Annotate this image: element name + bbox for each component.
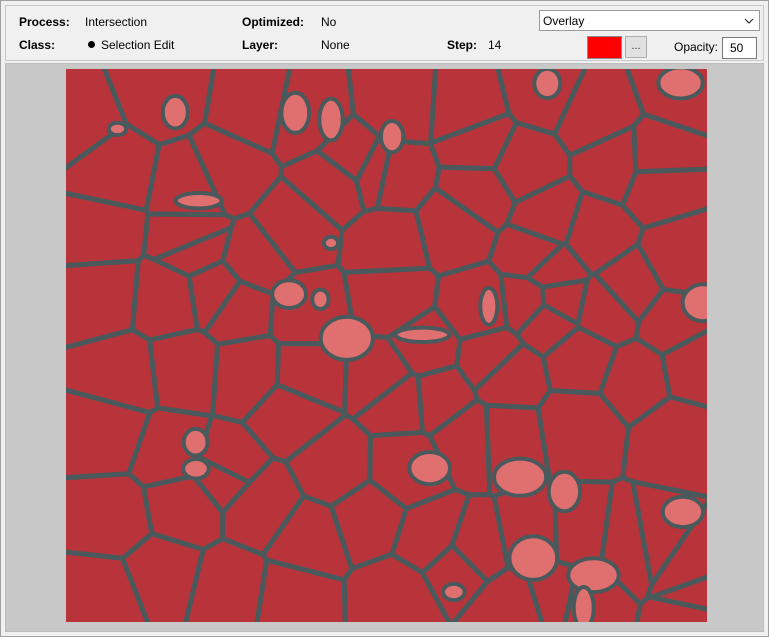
process-value: Intersection: [85, 15, 148, 29]
optimized-value: No: [321, 15, 337, 29]
color-picker-button[interactable]: ...: [625, 36, 647, 58]
segmented-grain-image[interactable]: [66, 69, 707, 622]
layer-value: None: [321, 38, 350, 52]
image-viewport[interactable]: [5, 63, 764, 632]
grain-region[interactable]: [147, 326, 221, 419]
small-grain[interactable]: [532, 69, 563, 101]
grain-overlay: [66, 69, 707, 622]
small-grain[interactable]: [181, 457, 211, 481]
small-grain[interactable]: [270, 278, 309, 311]
class-value: Selection Edit: [88, 38, 174, 52]
small-grain[interactable]: [310, 287, 331, 312]
layer-label: Layer:: [242, 38, 279, 52]
small-grain[interactable]: [492, 456, 549, 498]
small-grain[interactable]: [566, 556, 621, 595]
class-label: Class:: [19, 38, 56, 52]
small-grain[interactable]: [321, 234, 341, 251]
optimized-label: Optimized:: [242, 15, 304, 29]
small-grain[interactable]: [478, 285, 500, 327]
small-grain[interactable]: [279, 90, 312, 135]
small-grain[interactable]: [660, 494, 706, 530]
small-grain[interactable]: [378, 119, 406, 155]
display-mode-dropdown[interactable]: Overlay: [539, 10, 760, 31]
small-grain[interactable]: [318, 314, 375, 362]
bullet-icon: [88, 41, 95, 48]
opacity-input[interactable]: 50: [722, 37, 757, 59]
step-value: 14: [488, 38, 502, 52]
small-grain[interactable]: [407, 450, 453, 487]
info-panel: Process: Intersection Class: Selection E…: [5, 5, 764, 61]
opacity-label: Opacity:: [674, 40, 719, 54]
segmentation-viewer-window: Process: Intersection Class: Selection E…: [0, 0, 769, 637]
small-grain[interactable]: [173, 191, 224, 211]
small-grain[interactable]: [546, 469, 583, 514]
small-grain[interactable]: [656, 69, 705, 101]
step-label: Step:: [447, 38, 477, 52]
small-grain[interactable]: [317, 96, 345, 143]
small-grain[interactable]: [507, 534, 560, 582]
small-grain[interactable]: [571, 585, 596, 622]
small-grain[interactable]: [181, 426, 210, 458]
class-value-text: Selection Edit: [101, 38, 175, 52]
small-grain[interactable]: [680, 282, 707, 324]
small-grain[interactable]: [160, 93, 190, 131]
small-grain[interactable]: [393, 325, 452, 344]
chevron-down-icon: [744, 18, 754, 24]
small-grain[interactable]: [441, 581, 467, 603]
overlay-color-swatch[interactable]: [587, 36, 622, 59]
display-mode-value: Overlay: [543, 14, 585, 28]
small-grain[interactable]: [106, 120, 129, 138]
process-label: Process:: [19, 15, 70, 29]
